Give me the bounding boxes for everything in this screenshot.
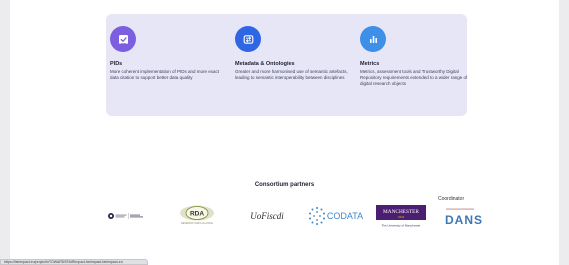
rda-logo-subtext: RESEARCH DATA ALLIANCE bbox=[181, 222, 213, 225]
rda-logo-text: RDA bbox=[190, 210, 204, 217]
page-background: PIDs More coherent implementation of PID… bbox=[10, 0, 559, 265]
sync-arrows-icon bbox=[235, 26, 261, 52]
manchester-logo-subtext: The University of Manchester bbox=[381, 224, 420, 228]
codata-logo-text: CODATA bbox=[327, 211, 363, 221]
feature-metrics: Metrics Metrics, assessment tools and Tr… bbox=[360, 26, 478, 87]
codata-logo[interactable]: CODATA bbox=[307, 205, 365, 229]
feature-title: Metrics bbox=[360, 61, 380, 67]
feature-pids: PIDs More coherent implementation of PID… bbox=[110, 26, 228, 81]
feature-metadata-ontologies: Metadata & Ontologies Greater and more h… bbox=[235, 26, 353, 81]
manchester-logo-year: 1824 bbox=[398, 215, 405, 219]
partners-heading: Consortium partners bbox=[254, 182, 315, 188]
feature-description: More coherent implementation of PIDs and… bbox=[110, 69, 220, 80]
ucfiscdi-logo-text: UoFiscdi bbox=[250, 211, 284, 221]
feature-title: Metadata & Ontologies bbox=[235, 61, 295, 67]
coordinator-label: Coordinator bbox=[438, 196, 465, 202]
bar-chart-icon bbox=[360, 26, 386, 52]
rda-logo[interactable]: RDA RESEARCH DATA ALLIANCE bbox=[176, 204, 218, 226]
features-panel: PIDs More coherent implementation of PID… bbox=[106, 14, 467, 116]
feature-title: PIDs bbox=[110, 61, 123, 67]
status-bar-url: https://fairimpact.eu/project/#TOWARDSFA… bbox=[4, 260, 123, 264]
checkbox-document-icon bbox=[110, 26, 136, 52]
manchester-logo[interactable]: MANCHESTER 1824 The University of Manche… bbox=[376, 205, 426, 230]
dans-logo-text: DANS bbox=[445, 213, 483, 227]
feature-description: Greater and more harmonised use of seman… bbox=[235, 69, 348, 80]
status-bar: https://fairimpact.eu/project/#TOWARDSFA… bbox=[0, 259, 148, 265]
ucfiscdi-logo[interactable]: UoFiscdi bbox=[243, 207, 291, 225]
ui-research-infrastructure-logo[interactable] bbox=[107, 212, 145, 220]
feature-description: Metrics, assessment tools and Trustworth… bbox=[360, 69, 468, 86]
dans-logo[interactable]: DANS bbox=[440, 207, 488, 227]
